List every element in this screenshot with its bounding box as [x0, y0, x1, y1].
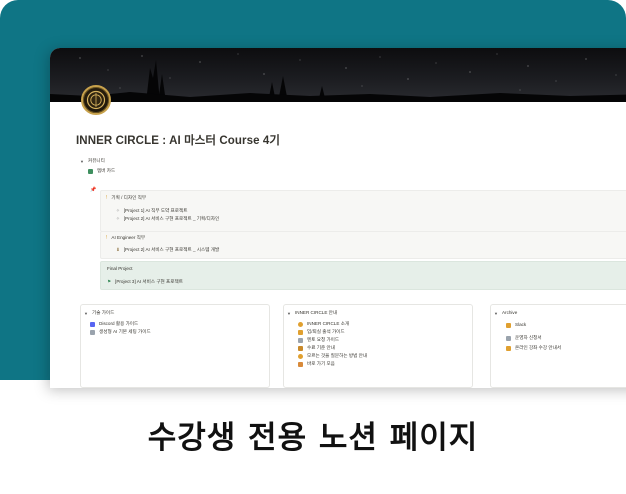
exclamation-icon: ! [106, 195, 108, 201]
inner-item[interactable]: 바로 가기 모음 [298, 362, 335, 367]
warning-icon [506, 336, 511, 341]
engineer-item[interactable]: ⬇ [Project 2] AI 서비스 구현 프로젝트 _ 시스템 개발 [116, 247, 219, 253]
inner-item[interactable]: 입/퇴실 출석 가이드 [298, 330, 345, 335]
circle-icon [298, 322, 303, 327]
guide-title: 기술 가이드 [91, 310, 115, 316]
toggle-triangle-icon: ▼ [494, 311, 498, 316]
inner-item-label: 멘토 요청 가이드 [307, 337, 340, 343]
guide-column [80, 304, 270, 388]
flag-icon: ⚑ [107, 279, 112, 284]
guide-item[interactable]: Discord 활용 가이드 [90, 322, 138, 327]
night-sky-trees [50, 53, 626, 102]
discord-icon [90, 322, 95, 327]
inner-title-row[interactable]: ▼ INNER CIRCLE 안내 [287, 311, 337, 316]
final-item[interactable]: ⚑ [Project 3] AI 서비스 구현 프로젝트 [107, 279, 183, 285]
book-icon [506, 346, 511, 351]
archive-item-label: 운영자 신청서 [515, 335, 542, 341]
question-icon [298, 354, 303, 359]
archive-item-label: 온라인 강좌 수강 안내서 [515, 345, 562, 351]
guide-title-row[interactable]: ▼ 기술 가이드 [84, 311, 114, 316]
final-header: Final Project [107, 266, 133, 271]
inner-item-label: 수료 기준 안내 [307, 345, 335, 351]
engineer-item-label: [Project 2] AI 서비스 구현 프로젝트 _ 시스템 개발 [123, 246, 220, 252]
sparkle-icon: ✧ [116, 216, 120, 221]
archive-item[interactable]: 운영자 신청서 [506, 336, 542, 341]
community-toggle[interactable]: ▼ 커뮤니티 [80, 159, 105, 164]
cover-image [50, 48, 626, 102]
archive-item[interactable]: Slack [506, 323, 526, 328]
planning-header: 기획 / 디자인 직무 [111, 194, 147, 200]
guide-item-label: 생성형 AI 기본 세팅 가이드 [99, 329, 151, 335]
archive-item[interactable]: 온라인 강좌 수강 안내서 [506, 346, 561, 351]
final-item-label: [Project 3] AI 서비스 구현 프로젝트 [115, 278, 183, 284]
inner-item[interactable]: 수료 기준 안내 [298, 346, 335, 351]
toggle-triangle-icon: ▼ [80, 159, 84, 164]
community-label: 커뮤니티 [87, 158, 105, 164]
archive-title-row[interactable]: ▼ Archive [494, 311, 517, 316]
guide-item-label: Discord 활용 가이드 [99, 321, 139, 327]
inner-item-label: 모르는 것을 질문하는 방법 안내 [307, 353, 368, 359]
toggle-triangle-icon: ▼ [84, 311, 88, 316]
member-card-label: 멤버 카드 [97, 168, 116, 174]
engineer-header: AI Engineer 직무 [111, 234, 146, 240]
planning-item[interactable]: ✧ [Project 1] AI 직무 도약 프로젝트 [116, 208, 187, 214]
final-header-row: Final Project [107, 266, 133, 272]
page-title: INNER CIRCLE : AI 마스터 Course 4기 [76, 135, 281, 147]
toggle-triangle-icon: ▼ [287, 311, 291, 316]
exclamation-icon: ! [106, 235, 108, 241]
planning-item-label: [Project 2] AI 서비스 구현 프로젝트 _ 기획/디자인 [123, 215, 220, 221]
document-icon [90, 330, 95, 335]
inner-item[interactable]: 모르는 것을 질문하는 방법 안내 [298, 354, 367, 359]
engineer-header-row: ! AI Engineer 직무 [106, 235, 145, 241]
pencil-icon [506, 323, 511, 328]
calendar-icon [298, 330, 303, 335]
inner-item-label: 입/퇴실 출석 가이드 [307, 329, 345, 335]
notion-window: INNER CIRCLE : AI 마스터 Course 4기 ▼ 커뮤니티 멤… [50, 48, 626, 388]
inner-item-label: INNER CIRCLE 소개 [307, 321, 350, 327]
pin-marker: 📌 [90, 187, 96, 193]
final-project-callout [100, 261, 626, 290]
planning-item-label: [Project 1] AI 직무 도약 프로젝트 [123, 207, 188, 213]
planning-header-row: ! 기획 / 디자인 직무 [106, 195, 146, 201]
download-arrow-icon: ⬇ [116, 247, 120, 252]
inner-item-label: 바로 가기 모음 [307, 361, 335, 367]
inner-circle-logo [81, 85, 111, 115]
page-headline: 수강생 전용 노션 페이지 [147, 420, 479, 456]
inner-item[interactable]: INNER CIRCLE 소개 [298, 322, 349, 327]
engineer-callout [100, 231, 626, 259]
archive-title: Archive [501, 310, 518, 316]
graduation-icon [298, 346, 303, 351]
pin-icon: 📌 [90, 187, 97, 193]
archive-item-label: Slack [515, 322, 527, 328]
inner-item[interactable]: 멘토 요청 가이드 [298, 338, 339, 343]
card-icon [88, 169, 93, 174]
person-icon [298, 338, 303, 343]
guide-item[interactable]: 생성형 AI 기본 세팅 가이드 [90, 330, 151, 335]
member-card-link[interactable]: 멤버 카드 [88, 169, 115, 174]
sparkle-icon: ✧ [116, 208, 120, 213]
shortcut-icon [298, 362, 303, 367]
inner-title: INNER CIRCLE 안내 [294, 310, 338, 316]
planning-item[interactable]: ✧ [Project 2] AI 서비스 구현 프로젝트 _ 기획/디자인 [116, 216, 219, 222]
